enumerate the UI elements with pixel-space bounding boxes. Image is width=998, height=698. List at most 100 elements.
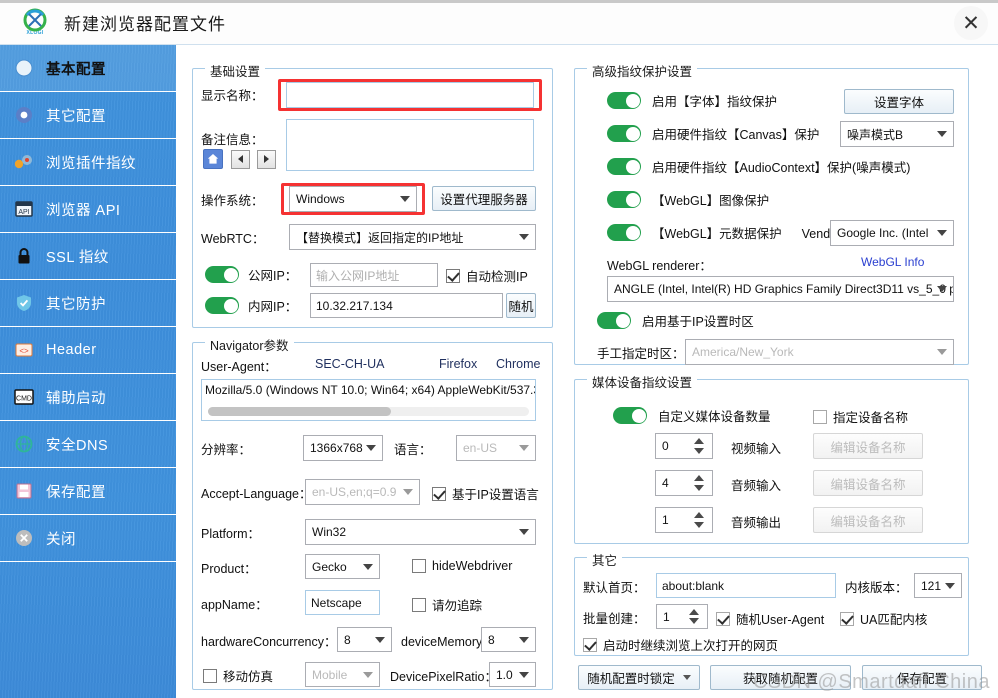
lock-on-random-button[interactable]: 随机配置时锁定 (578, 665, 700, 690)
proxy-settings-button[interactable]: 设置代理服务器 (432, 186, 536, 211)
edit-audio-input-device-name-button[interactable]: 编辑设备名称 (813, 470, 923, 496)
audio-output-value: 1 (662, 513, 669, 527)
spinner-up-icon[interactable] (694, 512, 704, 518)
audio-input-value: 4 (662, 476, 669, 490)
do-not-track-label: 请勿追踪 (432, 599, 483, 613)
webgl-info-link[interactable]: WebGL Info (861, 255, 924, 269)
get-random-config-button[interactable]: 获取随机配置 (710, 665, 851, 690)
device-pixel-ratio-select[interactable]: 1.0 (489, 662, 536, 687)
mobile-device-select[interactable]: Mobile (305, 662, 380, 687)
language-select[interactable]: en-US (456, 435, 536, 461)
sidebar-item-save-config[interactable]: 保存配置 (0, 468, 176, 515)
spinner-down-icon[interactable] (694, 448, 704, 454)
webgl-image-toggle[interactable] (607, 191, 641, 208)
accept-language-label: Accept-Language： (201, 487, 312, 501)
spinner-down-icon[interactable] (694, 485, 704, 491)
webgl-metadata-toggle[interactable] (607, 224, 641, 241)
sidebar-item-other-config[interactable]: 其它配置 (0, 92, 176, 139)
homepage-input[interactable]: about:blank (656, 573, 836, 598)
restore-session-checkbox[interactable] (583, 637, 597, 652)
public-ip-input[interactable]: 输入公网IP地址 (310, 263, 438, 287)
spinner-up-icon[interactable] (694, 475, 704, 481)
user-agent-scrollbar[interactable] (208, 407, 529, 416)
webrtc-select[interactable]: 【替换模式】返回指定的IP地址 (289, 224, 536, 250)
mobile-emulation-checkbox[interactable] (203, 668, 217, 683)
font-fingerprint-toggle[interactable] (607, 92, 641, 109)
public-ip-toggle[interactable] (205, 266, 239, 283)
sidebar-item-ssl-fingerprint[interactable]: SSL 指纹 (0, 233, 176, 280)
vendor-select[interactable]: Google Inc. (Intel (830, 220, 954, 246)
scrollbar-thumb[interactable] (208, 407, 391, 416)
platform-value: Win32 (312, 525, 347, 539)
lan-ip-input[interactable]: 10.32.217.134 (310, 293, 503, 318)
spinner-up-icon[interactable] (689, 609, 699, 615)
edit-video-device-name-button[interactable]: 编辑设备名称 (813, 433, 923, 459)
xlogi-logo-icon (23, 8, 47, 32)
audio-output-spinner[interactable]: 1 (655, 507, 713, 533)
resolution-select[interactable]: 1366x768 (303, 435, 383, 461)
chevron-down-icon (375, 636, 385, 643)
manual-timezone-select[interactable]: America/New_York (685, 339, 954, 365)
random-ip-button[interactable]: 随机 (506, 293, 536, 318)
hide-webdriver-label: hideWebdriver (432, 559, 513, 573)
auto-detect-ip-checkbox[interactable] (446, 268, 460, 283)
media-title: 媒体设备指纹设置 (587, 372, 698, 391)
audio-input-spinner[interactable]: 4 (655, 470, 713, 496)
remark-input[interactable] (286, 119, 534, 171)
video-input-spinner[interactable]: 0 (655, 433, 713, 459)
set-font-button[interactable]: 设置字体 (844, 89, 954, 114)
hardware-concurrency-select[interactable]: 8 (337, 627, 392, 652)
chevron-down-icon (937, 286, 947, 292)
sidebar-item-close[interactable]: 关闭 (0, 515, 176, 562)
lan-ip-toggle[interactable] (205, 297, 239, 314)
os-select[interactable]: Windows (289, 186, 417, 212)
audiocontext-fingerprint-toggle[interactable] (607, 158, 641, 175)
product-select[interactable]: Gecko (305, 554, 380, 579)
arrow-left-icon[interactable] (231, 149, 250, 169)
sidebar-label: 浏览插件指纹 (46, 155, 136, 172)
display-name-input[interactable] (286, 82, 534, 108)
platform-select[interactable]: Win32 (305, 519, 536, 545)
tab-chrome[interactable]: Chrome (496, 357, 540, 371)
save-config-button[interactable]: 保存配置 (862, 665, 982, 690)
sidebar-item-header[interactable]: <> Header (0, 327, 176, 374)
spinner-down-icon[interactable] (694, 522, 704, 528)
ua-match-kernel-checkbox[interactable] (840, 611, 854, 626)
sidebar-label: SSL 指纹 (46, 249, 109, 266)
specify-device-name-checkbox[interactable] (813, 409, 827, 424)
close-window-button[interactable]: ✕ (954, 6, 988, 40)
home-icon[interactable] (203, 149, 223, 169)
auto-detect-ip-label: 自动检测IP (466, 270, 528, 284)
device-memory-select[interactable]: 8 (481, 627, 536, 652)
batch-create-spinner[interactable]: 1 (656, 604, 708, 629)
sidebar-item-basic-config[interactable]: 基本配置 (0, 45, 176, 92)
spinner-up-icon[interactable] (694, 438, 704, 444)
ip-timezone-toggle[interactable] (597, 312, 631, 329)
webgl-renderer-select[interactable]: ANGLE (Intel, Intel(R) HD Graphics Famil… (607, 276, 954, 302)
other-title: 其它 (587, 550, 623, 569)
hide-webdriver-checkbox[interactable] (412, 559, 426, 573)
sidebar-item-assist-launch[interactable]: CMD 辅助启动 (0, 374, 176, 421)
tab-firefox[interactable]: Firefox (439, 357, 477, 371)
canvas-fingerprint-toggle[interactable] (607, 125, 641, 142)
custom-media-count-toggle[interactable] (613, 407, 647, 424)
sidebar-item-plugin-fingerprint[interactable]: 浏览插件指纹 (0, 139, 176, 186)
user-agent-textarea[interactable]: Mozilla/5.0 (Windows NT 10.0; Win64; x64… (201, 379, 536, 421)
tab-sec-ch-ua[interactable]: SEC-CH-UA (315, 357, 384, 371)
appname-input[interactable]: Netscape (305, 590, 380, 615)
accept-language-select[interactable]: en-US,en;q=0.9 (305, 479, 420, 505)
webgl-image-label: 【WebGL】图像保护 (652, 194, 770, 208)
canvas-fingerprint-label: 启用硬件指纹【Canvas】保护 (652, 128, 820, 142)
canvas-noise-mode-select[interactable]: 噪声模式B (840, 121, 954, 147)
sidebar-item-browser-api[interactable]: API 浏览器 API (0, 186, 176, 233)
ip-language-checkbox[interactable] (432, 486, 446, 501)
arrow-right-icon[interactable] (257, 149, 276, 169)
random-user-agent-checkbox[interactable] (716, 611, 730, 626)
spinner-down-icon[interactable] (689, 618, 699, 624)
sidebar-item-secure-dns[interactable]: 安全DNS (0, 421, 176, 468)
do-not-track-checkbox[interactable] (412, 597, 426, 612)
sidebar-item-other-protection[interactable]: 其它防护 (0, 280, 176, 327)
basic-settings-panel: 基础设置 显示名称： 备注信息： 操作系统： Windows 设置代理服务器 W… (192, 61, 553, 328)
edit-audio-output-device-name-button[interactable]: 编辑设备名称 (813, 507, 923, 533)
kernel-version-select[interactable]: 121 (914, 573, 962, 598)
